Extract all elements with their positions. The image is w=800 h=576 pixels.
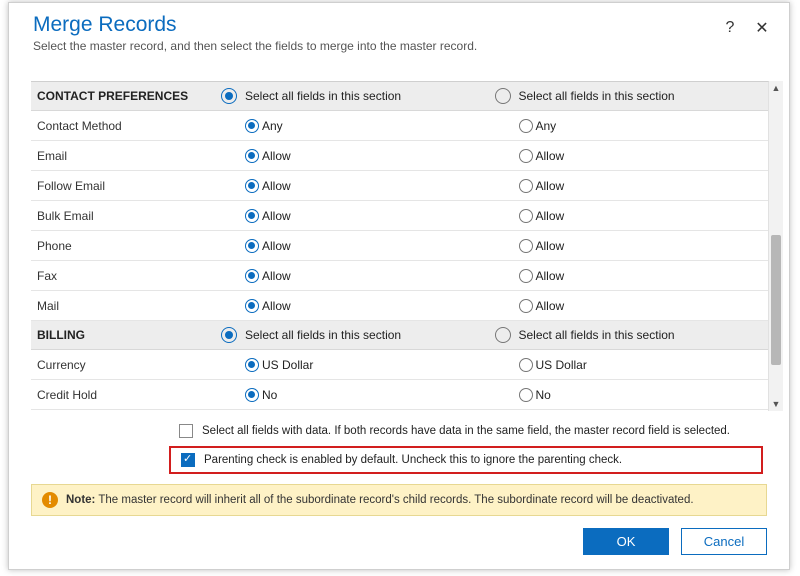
- field-b-radio[interactable]: [519, 388, 533, 402]
- scrollbar-thumb[interactable]: [771, 235, 781, 365]
- merge-records-dialog: Merge Records Select the master record, …: [8, 2, 790, 570]
- table-row: Email Allow Allow: [31, 141, 768, 171]
- field-label: Mail: [31, 299, 221, 313]
- field-a-value: Allow: [262, 179, 291, 193]
- field-a-radio[interactable]: [245, 358, 259, 372]
- field-b-value: Allow: [536, 179, 565, 193]
- scrollbar[interactable]: ▲ ▼: [769, 81, 783, 411]
- close-icon[interactable]: ✕: [753, 19, 771, 37]
- field-b-radio[interactable]: [519, 119, 533, 133]
- table-row: Bulk Email Allow Allow: [31, 201, 768, 231]
- parenting-check-label: Parenting check is enabled by default. U…: [204, 454, 622, 466]
- field-b-value: Allow: [536, 239, 565, 253]
- field-b-radio[interactable]: [519, 239, 533, 253]
- field-a-radio[interactable]: [245, 149, 259, 163]
- note-label: Note:: [66, 494, 95, 506]
- parenting-check-option: Parenting check is enabled by default. U…: [169, 446, 763, 474]
- scrollbar-track[interactable]: [769, 95, 783, 397]
- table-row: Follow Email Allow Allow: [31, 171, 768, 201]
- section-label: BILLING: [31, 328, 221, 342]
- field-a-radio[interactable]: [245, 269, 259, 283]
- select-all-section-b-radio[interactable]: [495, 327, 511, 343]
- field-a-radio[interactable]: [245, 388, 259, 402]
- field-b-value: Allow: [536, 299, 565, 313]
- select-all-section-a-label: Select all fields in this section: [245, 89, 401, 103]
- field-b-radio[interactable]: [519, 299, 533, 313]
- field-a-radio[interactable]: [245, 119, 259, 133]
- note-bar: ! Note: The master record will inherit a…: [31, 484, 767, 516]
- cancel-button[interactable]: Cancel: [681, 528, 767, 555]
- field-label: Bulk Email: [31, 209, 221, 223]
- field-a-value: Allow: [262, 209, 291, 223]
- field-label: Currency: [31, 358, 221, 372]
- field-a-radio[interactable]: [245, 299, 259, 313]
- dialog-title: Merge Records: [33, 13, 721, 37]
- field-a-radio[interactable]: [245, 209, 259, 223]
- field-b-radio[interactable]: [519, 179, 533, 193]
- scroll-down-icon[interactable]: ▼: [769, 397, 783, 411]
- field-b-value: Any: [536, 119, 557, 133]
- table-row: Contact Method Any Any: [31, 111, 768, 141]
- field-b-value: No: [536, 388, 551, 402]
- section-label: CONTACT PREFERENCES: [31, 89, 221, 103]
- warning-icon: !: [42, 492, 58, 508]
- dialog-subtitle: Select the master record, and then selec…: [33, 39, 721, 53]
- options-block: Select all fields with data. If both rec…: [169, 419, 763, 474]
- select-all-data-checkbox[interactable]: [179, 424, 193, 438]
- field-a-radio[interactable]: [245, 239, 259, 253]
- dialog-footer: OK Cancel: [9, 516, 789, 569]
- select-all-section-b-radio[interactable]: [495, 88, 511, 104]
- field-b-value: Allow: [536, 209, 565, 223]
- field-label: Phone: [31, 239, 221, 253]
- help-icon[interactable]: ?: [721, 19, 739, 37]
- note-text: Note: The master record will inherit all…: [66, 494, 694, 506]
- select-all-section-a-radio[interactable]: [221, 88, 237, 104]
- select-all-data-option: Select all fields with data. If both rec…: [169, 419, 763, 443]
- scroll-up-icon[interactable]: ▲: [769, 81, 783, 95]
- table-row: Phone Allow Allow: [31, 231, 768, 261]
- select-all-section-a-label: Select all fields in this section: [245, 328, 401, 342]
- field-a-value: Allow: [262, 299, 291, 313]
- field-b-radio[interactable]: [519, 149, 533, 163]
- field-a-value: No: [262, 388, 277, 402]
- field-a-radio[interactable]: [245, 179, 259, 193]
- section-header-billing: BILLING Select all fields in this sectio…: [31, 321, 768, 350]
- select-all-section-a-radio[interactable]: [221, 327, 237, 343]
- table-row: Credit Hold No No: [31, 380, 768, 410]
- table-row: Mail Allow Allow: [31, 291, 768, 321]
- select-all-section-b-label: Select all fields in this section: [519, 328, 675, 342]
- field-label: Follow Email: [31, 179, 221, 193]
- parenting-check-checkbox[interactable]: [181, 453, 195, 467]
- merge-table: CONTACT PREFERENCES Select all fields in…: [31, 81, 769, 411]
- dialog-header: Merge Records Select the master record, …: [9, 3, 789, 61]
- ok-button[interactable]: OK: [583, 528, 669, 555]
- field-b-value: US Dollar: [536, 358, 587, 372]
- select-all-section-b-label: Select all fields in this section: [519, 89, 675, 103]
- field-b-radio[interactable]: [519, 209, 533, 223]
- field-b-value: Allow: [536, 269, 565, 283]
- field-a-value: Allow: [262, 269, 291, 283]
- field-label: Email: [31, 149, 221, 163]
- field-a-value: Any: [262, 119, 283, 133]
- field-b-radio[interactable]: [519, 358, 533, 372]
- field-a-value: US Dollar: [262, 358, 313, 372]
- field-b-value: Allow: [536, 149, 565, 163]
- field-a-value: Allow: [262, 239, 291, 253]
- select-all-data-label: Select all fields with data. If both rec…: [202, 425, 730, 437]
- dialog-body: CONTACT PREFERENCES Select all fields in…: [9, 61, 789, 411]
- table-row: Currency US Dollar US Dollar: [31, 350, 768, 380]
- field-b-radio[interactable]: [519, 269, 533, 283]
- section-header-contact-preferences: CONTACT PREFERENCES Select all fields in…: [31, 82, 768, 111]
- table-row: Fax Allow Allow: [31, 261, 768, 291]
- field-label: Contact Method: [31, 119, 221, 133]
- note-body: The master record will inherit all of th…: [95, 494, 693, 506]
- field-a-value: Allow: [262, 149, 291, 163]
- field-label: Credit Hold: [31, 388, 221, 402]
- field-label: Fax: [31, 269, 221, 283]
